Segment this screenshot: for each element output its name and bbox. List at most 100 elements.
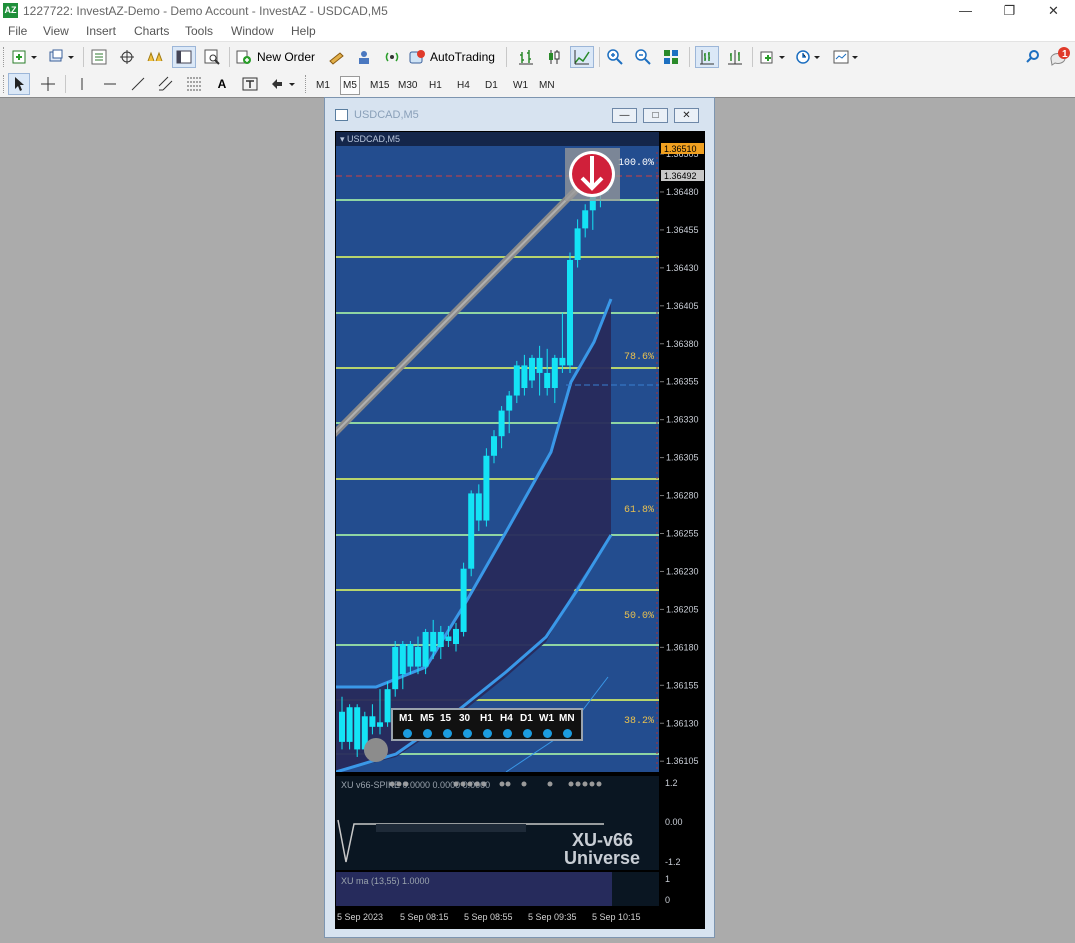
metaeditor-icon[interactable] bbox=[324, 46, 348, 68]
price-label: 1.36430 bbox=[666, 263, 699, 273]
minimize-button[interactable]: — bbox=[943, 0, 988, 22]
tf-panel-h4[interactable]: H4 bbox=[500, 713, 513, 724]
chart-close-button[interactable]: ✕ bbox=[674, 108, 699, 123]
tf-dot[interactable] bbox=[403, 729, 412, 738]
new-order-button[interactable]: New Order bbox=[235, 46, 321, 68]
candle-body bbox=[529, 357, 535, 381]
time-axis[interactable]: 5 Sep 2023 5 Sep 08:15 5 Sep 08:55 5 Sep… bbox=[335, 906, 705, 929]
chart-area[interactable]: 100.0% 78.6% 61.8% 50.0% 38.2% ▾ USDCAD,M5 1… bbox=[335, 131, 705, 929]
menu-window[interactable]: Window bbox=[231, 24, 274, 38]
symbol-dropdown-icon[interactable]: ▾ bbox=[340, 134, 345, 144]
menu-insert[interactable]: Insert bbox=[86, 24, 116, 38]
symbol-bar: ▾ USDCAD,M5 bbox=[336, 132, 659, 146]
candle-body bbox=[437, 631, 444, 648]
timeframe-d1[interactable]: D1 bbox=[483, 77, 500, 94]
timeframe-h4[interactable]: H4 bbox=[455, 77, 472, 94]
auto-scroll-icon[interactable] bbox=[695, 46, 719, 68]
text-label-icon[interactable] bbox=[239, 73, 261, 95]
ma-indicator-panel[interactable]: XU ma (13,55) 1.0000 bbox=[336, 872, 659, 906]
vps-icon[interactable] bbox=[380, 46, 404, 68]
toolbar-grip[interactable] bbox=[305, 75, 309, 93]
indicator2-scale-bottom: 0 bbox=[665, 895, 671, 905]
toolbar-grip[interactable] bbox=[3, 47, 7, 67]
trendline-icon[interactable] bbox=[127, 73, 149, 95]
tf-panel-d1[interactable]: D1 bbox=[520, 713, 533, 724]
spike-dot bbox=[521, 781, 527, 787]
tf-dot[interactable] bbox=[483, 729, 492, 738]
menu-help[interactable]: Help bbox=[291, 24, 316, 38]
title-bar: AZ 1227722: InvestAZ-Demo - Demo Account… bbox=[0, 0, 1075, 22]
templates-icon[interactable] bbox=[830, 46, 862, 68]
periods-icon[interactable] bbox=[792, 46, 824, 68]
profiles-icon[interactable] bbox=[46, 46, 78, 68]
line-chart-icon[interactable] bbox=[570, 46, 594, 68]
menu-charts[interactable]: Charts bbox=[134, 24, 169, 38]
market-watch-icon[interactable] bbox=[88, 46, 110, 68]
zoom-in-icon[interactable] bbox=[604, 46, 626, 68]
restore-button[interactable]: ❐ bbox=[987, 0, 1032, 22]
notifications-icon[interactable]: 1 bbox=[1047, 46, 1073, 68]
autotrading-button[interactable]: AutoTrading bbox=[408, 46, 500, 68]
search-icon[interactable] bbox=[1022, 46, 1044, 68]
tf-panel-mn[interactable]: MN bbox=[559, 713, 575, 724]
fib-label: 78.6% bbox=[624, 352, 654, 363]
indicators-icon[interactable] bbox=[757, 46, 789, 68]
timeframe-h1[interactable]: H1 bbox=[427, 77, 444, 94]
bar-chart-icon[interactable] bbox=[514, 46, 538, 68]
tile-windows-icon[interactable] bbox=[660, 46, 682, 68]
tf-dot[interactable] bbox=[523, 729, 532, 738]
notifications-badge: 1 bbox=[1062, 49, 1068, 60]
menu-tools[interactable]: Tools bbox=[185, 24, 213, 38]
tf-panel-h1[interactable]: H1 bbox=[480, 713, 493, 724]
chart-shift-icon[interactable] bbox=[723, 46, 747, 68]
strategy-tester-icon[interactable] bbox=[200, 46, 224, 68]
vertical-line-icon[interactable] bbox=[71, 73, 93, 95]
spike-indicator-panel[interactable]: XU v66-SPIKE 0.0000 0.0000 0.0000 XU-v66… bbox=[336, 776, 659, 870]
menu-view[interactable]: View bbox=[43, 24, 69, 38]
tf-panel-w1[interactable]: W1 bbox=[539, 713, 554, 724]
cursor-icon[interactable] bbox=[8, 73, 30, 95]
timeframe-m5[interactable]: M5 bbox=[340, 76, 360, 95]
tf-panel-30[interactable]: 30 bbox=[459, 713, 470, 724]
tf-dot[interactable] bbox=[503, 729, 512, 738]
new-chart-icon[interactable] bbox=[9, 46, 41, 68]
equidistant-channel-icon[interactable] bbox=[155, 73, 177, 95]
chart-maximize-button[interactable]: □ bbox=[643, 108, 668, 123]
tf-panel-m5[interactable]: M5 bbox=[420, 713, 434, 724]
tf-panel-m1[interactable]: M1 bbox=[399, 713, 413, 724]
tf-panel-15[interactable]: 15 bbox=[440, 713, 451, 724]
tf-dot[interactable] bbox=[543, 729, 552, 738]
candlestick-icon[interactable] bbox=[542, 46, 566, 68]
timeframe-mn[interactable]: MN bbox=[537, 77, 557, 94]
terminal-icon[interactable] bbox=[172, 46, 196, 68]
timeframe-m1[interactable]: M1 bbox=[314, 77, 332, 94]
chart-minimize-button[interactable]: — bbox=[612, 108, 637, 123]
candle-body bbox=[369, 716, 376, 727]
fibonacci-icon[interactable] bbox=[183, 73, 205, 95]
horizontal-line-icon[interactable] bbox=[99, 73, 121, 95]
candle-body bbox=[483, 455, 490, 521]
tf-dot[interactable] bbox=[423, 729, 432, 738]
timeframe-m15[interactable]: M15 bbox=[368, 77, 391, 94]
price-label: 1.36330 bbox=[666, 415, 699, 425]
tf-dot[interactable] bbox=[463, 729, 472, 738]
arrows-icon[interactable] bbox=[267, 73, 299, 95]
main-plot[interactable]: 100.0% 78.6% 61.8% 50.0% 38.2% bbox=[336, 132, 659, 772]
timeframe-panel[interactable]: M1 M5 15 30 H1 H4 D1 W1 MN bbox=[391, 708, 583, 741]
price-axis[interactable]: 1.365051.364801.364551.364301.364051.363… bbox=[660, 131, 705, 906]
menu-file[interactable]: File bbox=[8, 24, 27, 38]
timeframe-w1[interactable]: W1 bbox=[511, 77, 530, 94]
text-icon[interactable]: A bbox=[211, 73, 233, 95]
data-window-icon[interactable] bbox=[116, 46, 138, 68]
tf-dot[interactable] bbox=[443, 729, 452, 738]
close-button[interactable]: ✕ bbox=[1031, 0, 1075, 22]
signals-icon[interactable] bbox=[352, 46, 376, 68]
timeframe-m30[interactable]: M30 bbox=[396, 77, 419, 94]
tf-dot[interactable] bbox=[563, 729, 572, 738]
crosshair-icon[interactable] bbox=[37, 73, 59, 95]
price-label: 1.36280 bbox=[666, 491, 699, 501]
zoom-out-icon[interactable] bbox=[632, 46, 654, 68]
navigator-icon[interactable] bbox=[143, 46, 167, 68]
toolbar-grip[interactable] bbox=[3, 75, 7, 93]
indicator1-scale-mid: 0.00 bbox=[665, 817, 683, 827]
